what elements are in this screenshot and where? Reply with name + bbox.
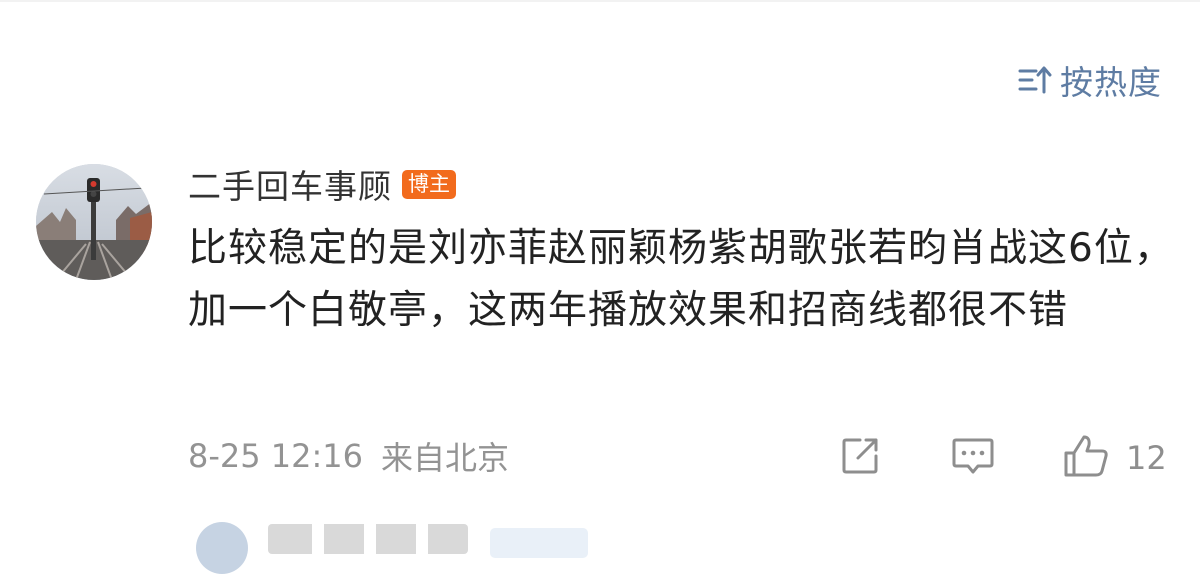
comment-text: 比较稳定的是刘亦菲赵丽颖杨紫胡歌张若昀肖战这6位，加一个白敬亭，这两年播放效果和…	[188, 226, 1174, 333]
comment-meta: 8-25 12:16 来自北京	[188, 434, 509, 478]
author-badge-placeholder	[490, 528, 588, 558]
avatar[interactable]	[196, 522, 248, 574]
author-name[interactable]: 二手回车事顾	[188, 160, 392, 208]
forward-button[interactable]	[838, 434, 882, 482]
author-badge: 博主	[402, 169, 456, 199]
sort-by-hot-button[interactable]: 按热度	[1018, 58, 1162, 102]
like-count: 12	[1126, 439, 1167, 477]
comment-icon	[950, 434, 996, 482]
thumbs-up-icon	[1062, 433, 1110, 483]
next-comment-peek	[0, 514, 1200, 574]
comment-location: 来自北京	[381, 439, 510, 477]
sort-label: 按热度	[1060, 63, 1162, 102]
top-divider	[0, 0, 1200, 2]
reply-button[interactable]	[950, 434, 996, 482]
author-row: 二手回车事顾 博主	[188, 162, 456, 206]
share-icon	[838, 434, 882, 482]
sort-icon	[1018, 63, 1052, 97]
avatar[interactable]	[36, 164, 152, 280]
like-button[interactable]: 12	[1062, 434, 1167, 482]
comment-time: 8-25 12:16	[188, 437, 364, 475]
author-name-placeholder	[268, 524, 468, 554]
